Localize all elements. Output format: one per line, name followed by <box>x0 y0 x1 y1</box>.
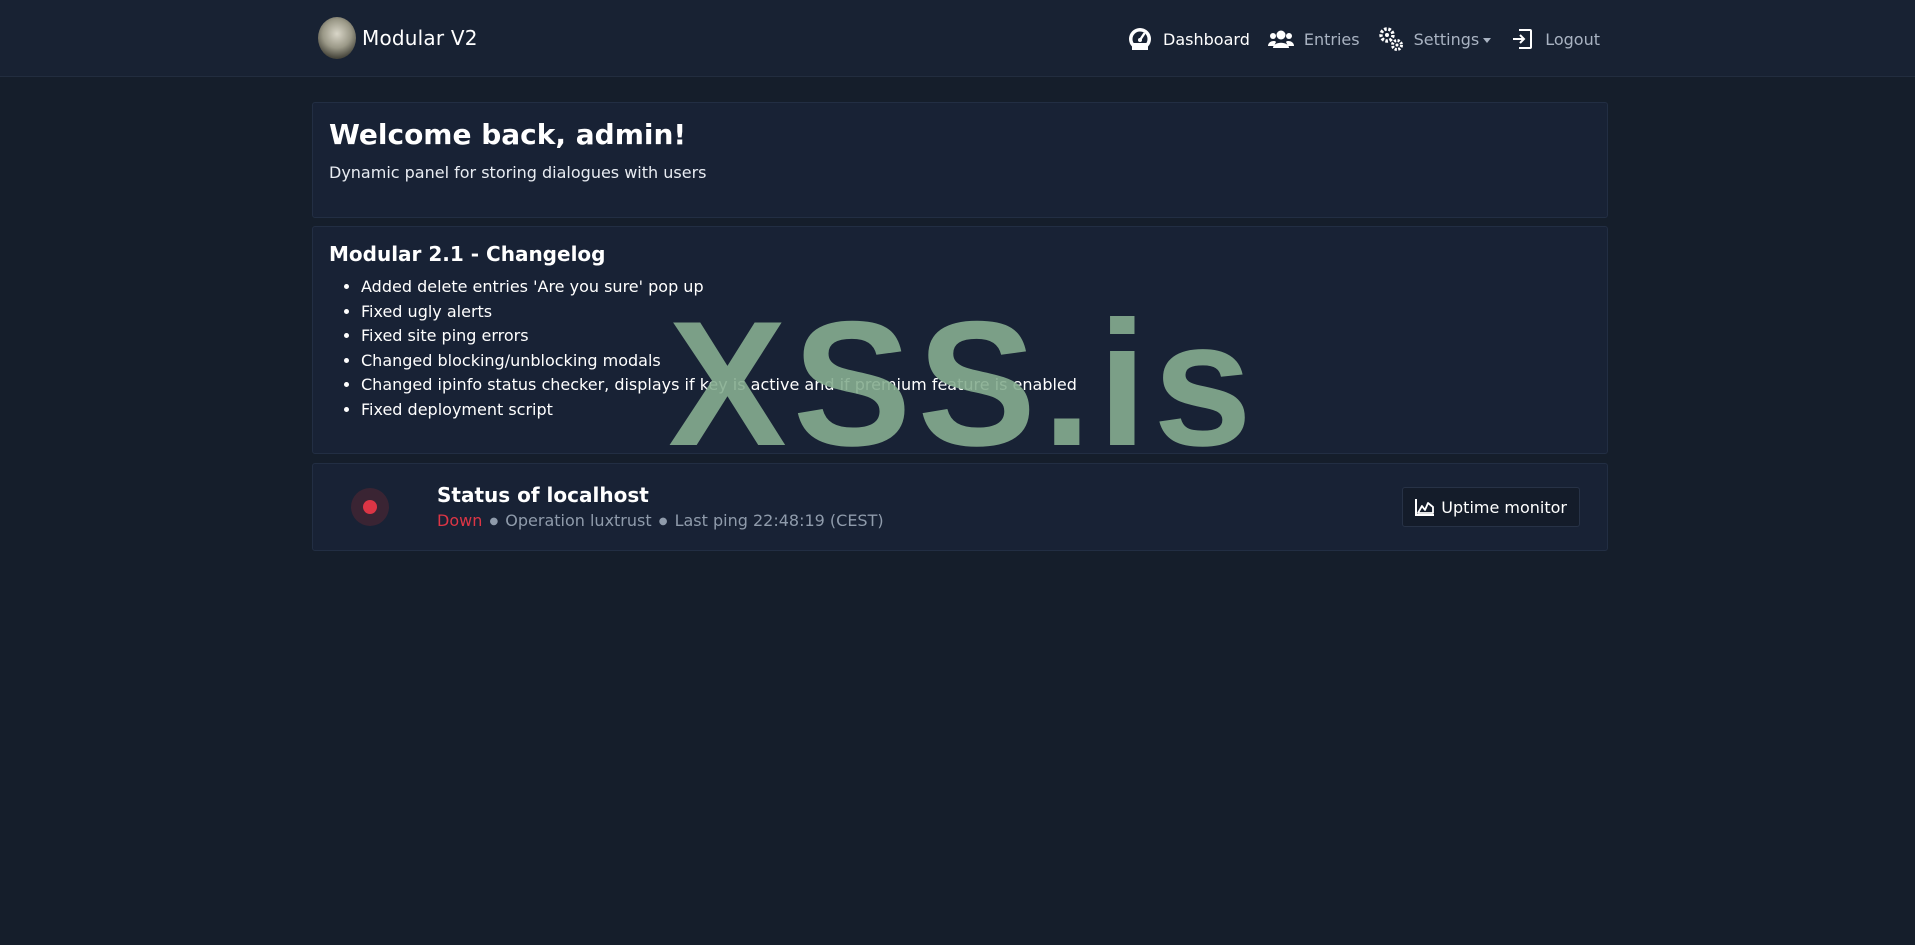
speedometer-icon <box>1127 26 1153 52</box>
status-title: Status of localhost <box>437 483 649 507</box>
status-dot-icon <box>363 500 377 514</box>
nav-item-label: Logout <box>1545 29 1600 49</box>
separator-dot: ● <box>658 516 668 527</box>
gears-icon <box>1378 26 1404 52</box>
welcome-title: Welcome back, admin! <box>329 118 687 151</box>
nav-item-label: Dashboard <box>1163 29 1250 49</box>
status-card: Status of localhost Down ● Operation lux… <box>312 463 1608 551</box>
uptime-monitor-button[interactable]: Uptime monitor <box>1402 487 1580 527</box>
uptime-monitor-label: Uptime monitor <box>1441 497 1567 517</box>
list-item: Fixed deployment script <box>361 398 1077 423</box>
welcome-subtitle: Dynamic panel for storing dialogues with… <box>329 163 707 182</box>
list-item: Changed blocking/unblocking modals <box>361 349 1077 374</box>
separator-dot: ● <box>489 516 499 527</box>
logout-icon <box>1509 26 1535 52</box>
list-item: Fixed site ping errors <box>361 324 1077 349</box>
nav-item-label: Settings <box>1413 29 1480 49</box>
nav-item-logout[interactable]: Logout <box>1509 26 1600 52</box>
brand-link[interactable]: Modular V2 <box>318 17 478 59</box>
status-state: Down <box>437 511 483 530</box>
portrait-logo-icon <box>318 17 356 59</box>
users-icon <box>1267 26 1294 52</box>
chart-area-icon <box>1415 499 1435 516</box>
status-indicator <box>351 488 389 526</box>
list-item: Changed ipinfo status checker, displays … <box>361 373 1077 398</box>
nav-item-dashboard[interactable]: Dashboard <box>1127 26 1250 52</box>
nav-item-label: Entries <box>1303 29 1360 49</box>
list-item: Fixed ugly alerts <box>361 300 1077 325</box>
status-details: Down ● Operation luxtrust ● Last ping 22… <box>437 511 884 530</box>
changelog-list: Added delete entries 'Are you sure' pop … <box>329 275 1077 422</box>
status-operation: Operation luxtrust <box>505 511 652 530</box>
top-navbar: Modular V2 Dashboard Entries Settings Lo… <box>0 0 1915 77</box>
nav-item-entries[interactable]: Entries <box>1267 26 1360 52</box>
brand-name: Modular V2 <box>362 26 478 50</box>
status-last-ping: Last ping 22:48:19 (CEST) <box>674 511 884 530</box>
nav-links: Dashboard Entries Settings Logout <box>1109 24 1600 54</box>
changelog-card: Modular 2.1 - Changelog Added delete ent… <box>312 226 1608 454</box>
list-item: Added delete entries 'Are you sure' pop … <box>361 275 1077 300</box>
welcome-card: Welcome back, admin! Dynamic panel for s… <box>312 102 1608 218</box>
chevron-down-icon <box>1483 37 1492 43</box>
nav-item-settings[interactable]: Settings <box>1378 26 1492 52</box>
changelog-title: Modular 2.1 - Changelog <box>329 242 606 266</box>
